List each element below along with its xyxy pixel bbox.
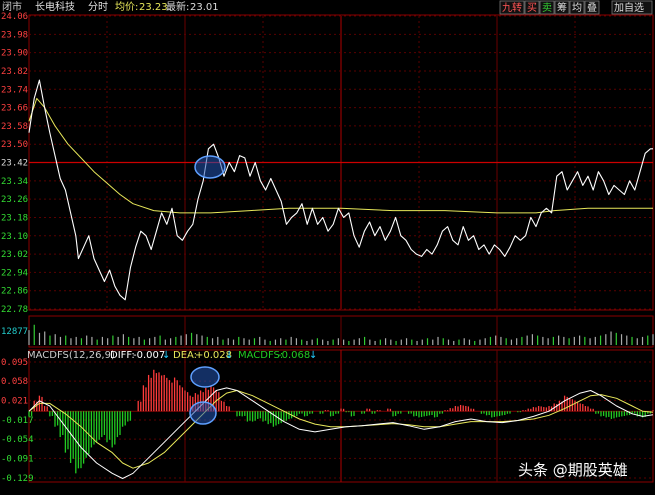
svg-text:九转: 九转 <box>502 1 522 14</box>
price-tick-label: 22.94 <box>1 268 28 278</box>
price-tick-label: 23.34 <box>1 177 28 187</box>
macd-header: MACDFS(12,26,9) DIFF: -0.007 ↓ DEA: +0.0… <box>27 350 317 361</box>
price-tick-label: 23.02 <box>1 250 28 260</box>
svg-text:卖: 卖 <box>542 2 552 14</box>
macdfs-label: MACDFS: <box>238 350 283 361</box>
btn-add-watchlist[interactable]: 加自选 <box>611 0 653 15</box>
price-tick-label: 23.90 <box>1 49 28 59</box>
macd-tick-label: 0.021 <box>1 396 28 406</box>
macdfs-arrow: ↓ <box>309 350 317 361</box>
macd-name: MACDFS(12,26,9) <box>27 350 115 361</box>
price-tick-label: 23.18 <box>1 213 28 223</box>
macd-tick-label: -0.129 <box>1 474 34 484</box>
macd-tick-label: 0.058 <box>1 377 28 387</box>
svg-text:均: 均 <box>572 2 582 14</box>
price-tick-label: 23.58 <box>1 122 28 132</box>
macdfs-value: -0.068 <box>278 350 310 361</box>
stock-name: 长电科技 <box>35 0 75 13</box>
svg-text:加自选: 加自选 <box>614 1 644 14</box>
btn-avg[interactable]: 均 <box>569 0 585 15</box>
price-tick-label: 23.50 <box>1 140 28 150</box>
price-tick-label: 24.06 <box>1 12 28 22</box>
price-tick-label: 23.98 <box>1 30 28 40</box>
macd-tick-label: -0.091 <box>1 454 34 464</box>
price-tick-label: 23.10 <box>1 232 28 242</box>
market-status: 闭市 <box>2 0 22 13</box>
svg-text:筹: 筹 <box>557 1 567 14</box>
price-tick-label: 23.26 <box>1 195 28 205</box>
avg-price-value: 23.23 <box>139 2 168 13</box>
btn-buy[interactable]: 买 <box>524 0 540 15</box>
price-highlight-ellipse <box>194 155 226 179</box>
price-tick-label: 22.86 <box>1 287 28 297</box>
macd-diff-value: -0.007 <box>133 350 165 361</box>
price-tick-label: 22.78 <box>1 305 28 315</box>
intraday-chart[interactable]: 24.06 23.98 23.90 23.82 23.74 23.66 23.58 23.50… <box>0 0 655 495</box>
macd-dea-label: DEA: <box>173 350 197 361</box>
price-tick-label: 23.66 <box>1 104 28 114</box>
latest-price-value: 23.01 <box>190 2 219 13</box>
macd-dea-arrow: ↓ <box>225 350 233 361</box>
svg-text:叠: 叠 <box>587 2 597 14</box>
macd-tick-label: -0.017 <box>1 416 34 426</box>
btn-chip[interactable]: 筹 <box>554 0 570 15</box>
macd-tick-label: -0.054 <box>1 435 34 445</box>
macd-hist-highlight-ellipse <box>189 401 217 425</box>
volume-max-label: 12877 <box>1 327 28 337</box>
btn-sell[interactable]: 卖 <box>539 0 555 15</box>
macd-diff-label: DIFF: <box>110 350 135 361</box>
watermark: 头条 @期股英雄 <box>518 461 628 479</box>
avg-price-label: 均价: <box>115 1 138 13</box>
price-tick-label: 23.42 <box>1 159 28 169</box>
macd-diff-arrow: ↓ <box>162 350 170 361</box>
latest-price-label: 最新: <box>166 0 189 13</box>
btn-jiuzhuan[interactable]: 九转 <box>499 0 525 15</box>
toolbar: 九转 买 卖 筹 均 叠 加自选 <box>499 0 653 15</box>
price-tick-label: 23.74 <box>1 85 28 95</box>
btn-overlay[interactable]: 叠 <box>584 0 600 15</box>
price-tick-label: 23.82 <box>1 67 28 77</box>
svg-text:买: 买 <box>527 2 537 14</box>
macd-dea-highlight-ellipse <box>190 366 220 388</box>
chart-mode: 分时 <box>88 1 108 13</box>
macd-tick-label: 0.095 <box>1 358 28 368</box>
